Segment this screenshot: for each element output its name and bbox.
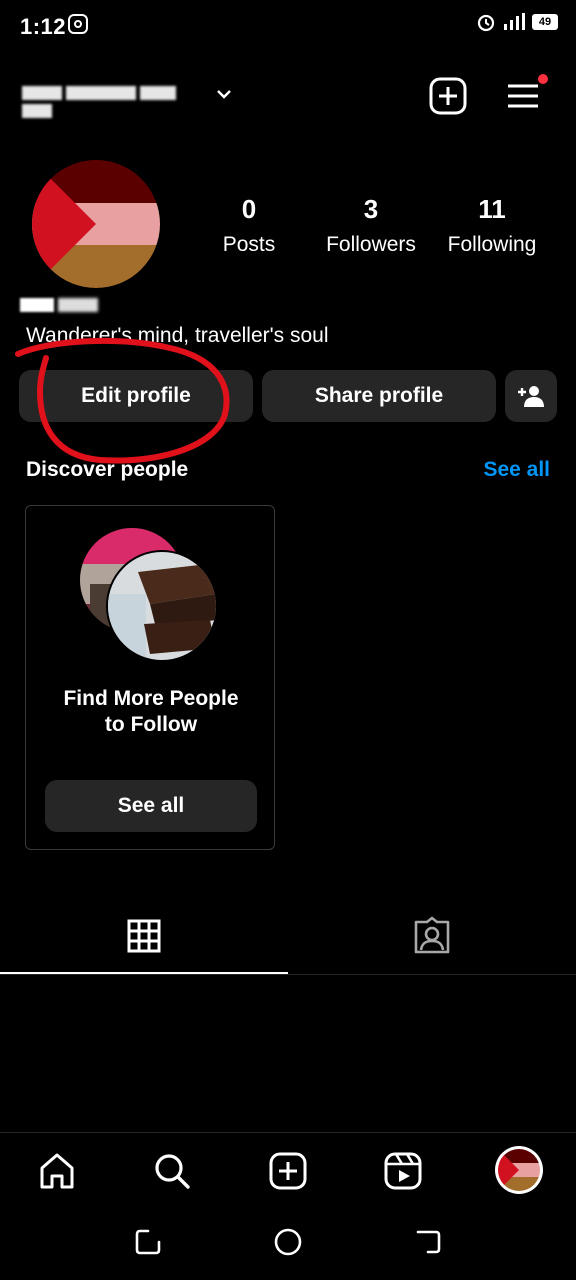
battery-icon: 49 (532, 14, 558, 30)
edit-profile-button[interactable]: Edit profile (19, 370, 253, 422)
recents-icon[interactable] (134, 1228, 162, 1256)
tab-divider (0, 974, 576, 975)
nav-reels[interactable] (381, 1149, 425, 1193)
bottom-navigation (0, 1132, 576, 1209)
menu-button[interactable] (506, 74, 548, 116)
suggested-people-images (80, 528, 218, 662)
posts-label: Posts (222, 233, 276, 256)
card-title: Find More People to Follow (26, 686, 276, 738)
new-post-icon[interactable] (428, 76, 468, 116)
following-count: 11 (478, 194, 506, 224)
following-label: Following (447, 233, 537, 256)
followers-count: 3 (363, 194, 379, 224)
username-button[interactable] (22, 84, 212, 118)
notification-dot (538, 74, 548, 84)
followers-label: Followers (326, 233, 416, 256)
signal-icon (504, 13, 525, 30)
share-profile-button[interactable]: Share profile (262, 370, 496, 422)
nav-profile-avatar[interactable] (494, 1145, 544, 1195)
see-all-link[interactable]: See all (483, 458, 550, 482)
alarm-icon (477, 14, 495, 32)
card-title-line-1: Find More People (63, 687, 239, 710)
nav-search[interactable] (150, 1149, 194, 1193)
card-see-all-button[interactable]: See all (45, 780, 257, 832)
search-icon (155, 1154, 190, 1189)
posts-stat[interactable]: 0 Posts (189, 194, 309, 257)
person-add-icon (518, 386, 544, 407)
profile-header (0, 66, 576, 126)
display-name (20, 298, 110, 316)
grid-icon[interactable] (126, 918, 162, 954)
following-stat[interactable]: 11 Following (432, 194, 552, 257)
posts-count: 0 (241, 194, 257, 224)
status-icons: 49 (476, 12, 558, 32)
nav-home[interactable] (35, 1149, 79, 1193)
back-icon[interactable] (414, 1228, 442, 1256)
followers-stat[interactable]: 3 Followers (311, 194, 431, 257)
card-title-line-2: to Follow (104, 713, 198, 736)
instagram-icon (68, 14, 88, 34)
discover-people-title: Discover people (26, 458, 189, 481)
nav-create[interactable] (266, 1149, 310, 1193)
profile-avatar[interactable] (32, 160, 160, 288)
home-icon (40, 1153, 74, 1189)
status-bar: 1:12 49 (0, 0, 576, 52)
reels-icon (384, 1152, 422, 1190)
content-tabs (0, 910, 576, 976)
add-person-button[interactable] (505, 370, 557, 422)
tagged-icon[interactable] (412, 916, 452, 956)
bio-text: Wanderer's mind, traveller's soul (26, 324, 329, 347)
discover-card: Find More People to Follow See all (25, 505, 275, 850)
system-navigation (0, 1208, 576, 1280)
home-button-icon[interactable] (273, 1227, 303, 1257)
status-time: 1:12 (20, 14, 67, 39)
menu-icon (508, 84, 538, 108)
chevron-down-icon[interactable] (214, 84, 234, 104)
create-icon (269, 1152, 307, 1190)
